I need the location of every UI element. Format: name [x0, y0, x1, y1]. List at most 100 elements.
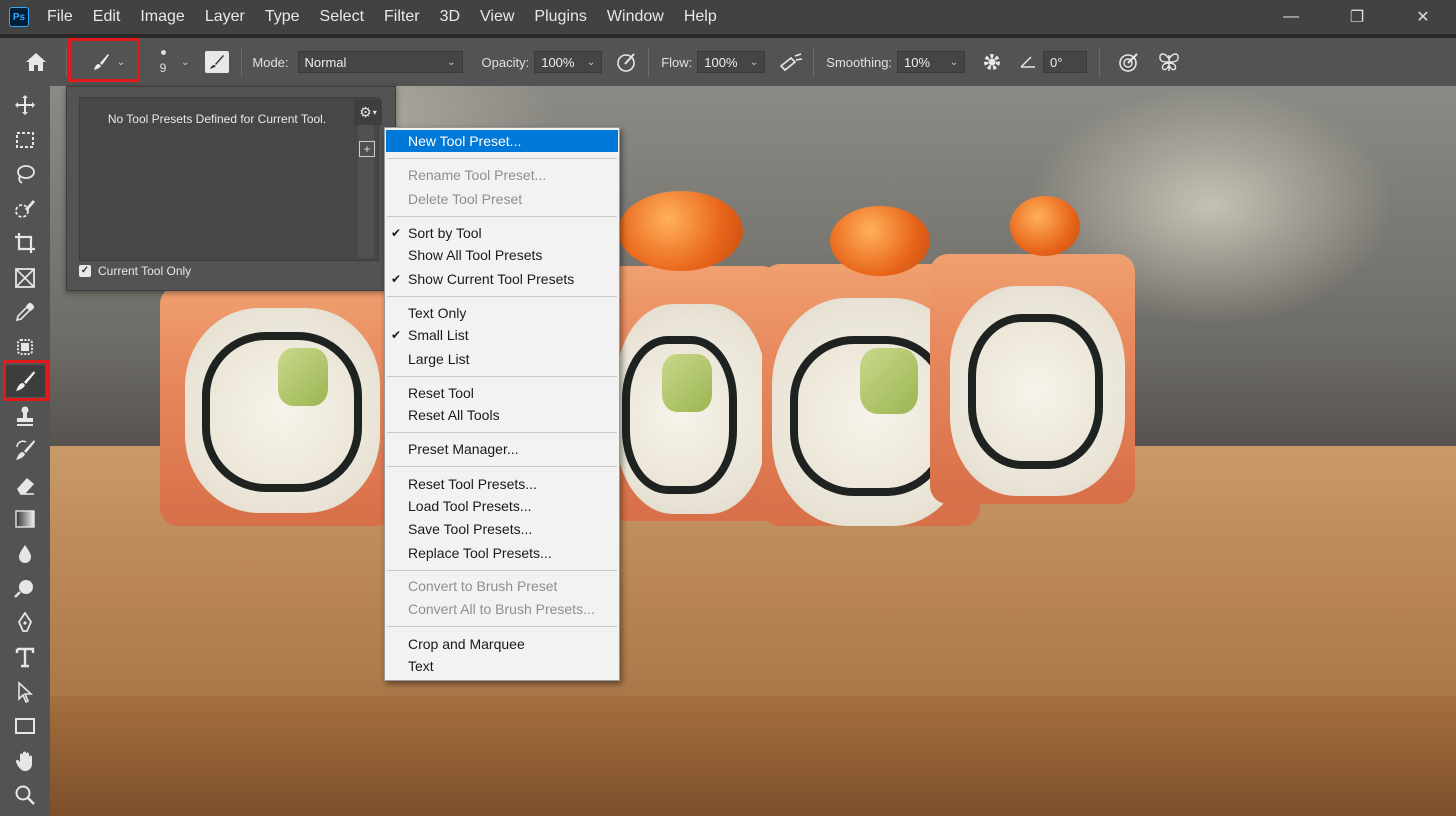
rectangle-tool[interactable]	[5, 710, 45, 742]
menu-item-delete-tool-preset[interactable]: Delete Tool Preset	[386, 188, 618, 210]
menu-item-show-all-tool-presets[interactable]: Show All Tool Presets	[386, 244, 618, 266]
menu-item-label: Preset Manager...	[408, 441, 519, 457]
smoothing-options-button[interactable]	[979, 52, 1005, 72]
menu-item-text[interactable]: Text	[386, 655, 618, 677]
menu-item-label: Save Tool Presets...	[408, 521, 533, 537]
chevron-down-icon: ▾	[372, 107, 377, 117]
menu-window[interactable]: Window	[607, 8, 664, 26]
menu-item-large-list[interactable]: Large List	[386, 348, 618, 370]
spot-healing-tool[interactable]	[5, 331, 45, 363]
eyedropper-tool[interactable]	[5, 296, 45, 328]
menu-item-save-tool-presets[interactable]: Save Tool Presets...	[386, 518, 618, 540]
menu-item-reset-tool[interactable]: Reset Tool	[386, 382, 618, 404]
menu-select[interactable]: Select	[320, 8, 364, 26]
home-button[interactable]	[14, 52, 58, 72]
mode-dropdown[interactable]: Normal ⌄	[297, 51, 463, 73]
photoshop-logo-icon: Ps	[9, 7, 29, 27]
menu-item-show-current-tool-presets[interactable]: ✔ Show Current Tool Presets	[386, 268, 618, 290]
zoom-icon	[15, 785, 35, 805]
path-selection-tool[interactable]	[5, 676, 45, 708]
airbrush-button[interactable]	[777, 52, 805, 72]
zoom-tool[interactable]	[5, 779, 45, 811]
menu-3d[interactable]: 3D	[440, 8, 460, 26]
rectangular-marquee-tool[interactable]	[5, 124, 45, 156]
hand-icon	[15, 751, 32, 771]
opacity-pressure-button[interactable]	[614, 51, 640, 73]
menu-item-label: Reset Tool Presets...	[408, 476, 537, 492]
rectangle-icon	[15, 718, 35, 734]
angle-icon	[1020, 56, 1036, 68]
menu-filter[interactable]: Filter	[384, 8, 420, 26]
move-tool[interactable]	[5, 89, 45, 121]
smoothing-field[interactable]: 10% ⌄	[897, 51, 966, 73]
menu-item-load-tool-presets[interactable]: Load Tool Presets...	[386, 495, 618, 517]
annotation-highlight-preset-picker	[68, 38, 140, 82]
menu-file[interactable]: File	[47, 8, 73, 26]
menu-type[interactable]: Type	[265, 8, 300, 26]
new-preset-button[interactable]: +	[359, 141, 375, 157]
fish-roe-image	[830, 206, 930, 276]
symmetry-button[interactable]	[1154, 51, 1184, 73]
angle-field[interactable]: 0°	[1043, 51, 1088, 73]
restore-button[interactable]: ❐	[1324, 0, 1390, 34]
menu-item-preset-manager[interactable]: Preset Manager...	[386, 438, 618, 460]
close-button[interactable]: ✕	[1390, 0, 1456, 34]
flow-field[interactable]: 100% ⌄	[697, 51, 766, 73]
menu-item-replace-tool-presets[interactable]: Replace Tool Presets...	[386, 542, 618, 564]
flow-label: Flow:	[661, 54, 693, 70]
menu-item-label: Show All Tool Presets	[408, 247, 543, 263]
menu-item-convert-to-brush-preset[interactable]: Convert to Brush Preset	[386, 575, 618, 597]
clone-stamp-tool[interactable]	[5, 400, 45, 432]
frame-tool[interactable]	[5, 262, 45, 294]
eraser-tool[interactable]	[5, 469, 45, 501]
menu-view[interactable]: View	[480, 8, 514, 26]
separator	[241, 47, 243, 77]
menu-item-rename-tool-preset[interactable]: Rename Tool Preset...	[386, 164, 618, 186]
menu-separator	[387, 216, 617, 217]
menu-item-convert-all-to-brush-presets[interactable]: Convert All to Brush Presets...	[386, 598, 618, 620]
lasso-tool[interactable]	[5, 158, 45, 190]
gradient-icon	[15, 510, 35, 528]
menu-layer[interactable]: Layer	[205, 8, 245, 26]
menu-item-label: Show Current Tool Presets	[408, 271, 575, 287]
menu-item-sort-by-tool[interactable]: ✔ Sort by Tool	[386, 222, 618, 244]
menu-image[interactable]: Image	[140, 8, 184, 26]
preset-scrollbar[interactable]	[358, 102, 374, 258]
minimize-button[interactable]: —	[1258, 0, 1324, 34]
opacity-label: Opacity:	[481, 54, 530, 70]
menu-item-label: Small List	[408, 327, 469, 343]
pen-tool[interactable]	[5, 607, 45, 639]
smoothing-label: Smoothing:	[826, 54, 893, 70]
crop-tool[interactable]	[5, 227, 45, 259]
type-tool[interactable]	[5, 641, 45, 673]
current-tool-only-checkbox[interactable]: ✓ Current Tool Only	[79, 264, 191, 278]
menu-item-new-tool-preset[interactable]: New Tool Preset...	[386, 130, 618, 152]
menu-item-crop-and-marquee[interactable]: Crop and Marquee	[386, 633, 618, 655]
menu-item-small-list[interactable]: ✔ Small List	[386, 324, 618, 346]
preset-settings-button[interactable]: ⚙ ▾	[354, 99, 382, 125]
fish-roe-image	[1010, 196, 1080, 256]
cutting-board-edge-image	[50, 696, 1456, 816]
gradient-tool[interactable]	[5, 503, 45, 535]
brush-settings-toggle[interactable]	[205, 51, 230, 73]
checkmark-icon: ✓	[79, 265, 91, 277]
pressure-size-button[interactable]	[1114, 51, 1144, 73]
sushi-cucumber-image	[278, 348, 328, 406]
hand-tool[interactable]	[5, 745, 45, 777]
history-brush-tool[interactable]	[5, 434, 45, 466]
menu-item-label: New Tool Preset...	[408, 133, 522, 149]
dodge-tool[interactable]	[5, 572, 45, 604]
checkmark-icon: ✔	[391, 272, 402, 286]
menu-help[interactable]: Help	[684, 8, 717, 26]
menu-edit[interactable]: Edit	[93, 8, 121, 26]
brush-size-picker[interactable]: 9 ⌄	[155, 49, 189, 75]
menu-item-text-only[interactable]: Text Only	[386, 302, 618, 324]
menu-item-reset-all-tools[interactable]: Reset All Tools	[386, 404, 618, 426]
preset-list[interactable]: No Tool Presets Defined for Current Tool…	[79, 97, 379, 261]
menu-plugins[interactable]: Plugins	[534, 8, 586, 26]
menu-item-label: Large List	[408, 351, 470, 367]
opacity-field[interactable]: 100% ⌄	[534, 51, 603, 73]
quick-selection-tool[interactable]	[5, 193, 45, 225]
menu-item-reset-tool-presets[interactable]: Reset Tool Presets...	[386, 473, 618, 495]
blur-tool[interactable]	[5, 538, 45, 570]
